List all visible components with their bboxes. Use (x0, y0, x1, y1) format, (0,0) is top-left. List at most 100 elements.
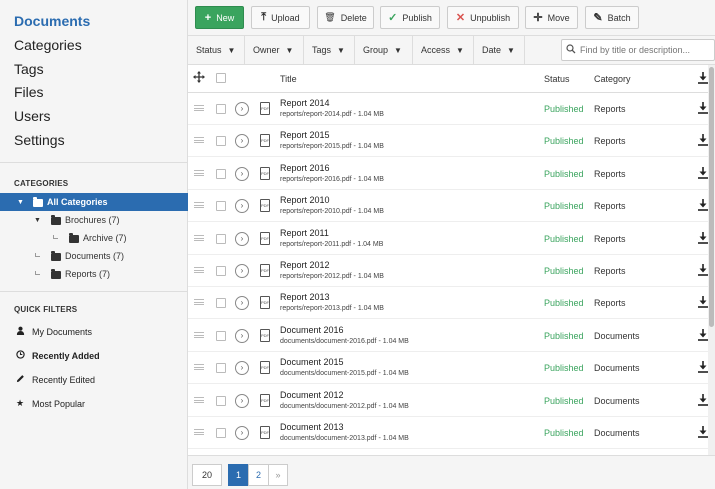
category-reports[interactable]: Reports (7) (0, 265, 188, 283)
row-checkbox[interactable] (216, 363, 226, 374)
delete-button[interactable]: 🗑 Delete (317, 6, 374, 29)
table-row[interactable]: › PDF Report 2010 reports/report-2010.pdf -… (188, 190, 708, 223)
table-row[interactable]: › PDF Report 2012 reports/report-2012.pdf -… (188, 255, 708, 287)
status-column-header[interactable]: Status (544, 74, 570, 84)
quick-filter-recently-added[interactable]: Recently Added (14, 350, 100, 361)
category-column-header[interactable]: Category (594, 74, 631, 84)
chevron-right-icon[interactable]: › (235, 102, 249, 116)
download-icon[interactable] (698, 426, 708, 438)
drag-handle-icon[interactable] (194, 137, 204, 144)
table-row[interactable]: › PDF Report 2011 reports/report-2011.pdf -… (188, 222, 708, 255)
download-icon[interactable] (698, 134, 708, 147)
menu-tags[interactable]: Tags (14, 61, 44, 77)
drag-handle-icon[interactable] (194, 331, 204, 338)
search-input[interactable] (580, 45, 705, 55)
title-column-header[interactable]: Title (280, 74, 297, 84)
quick-filter-most-popular[interactable]: ★ Most Popular (14, 398, 85, 409)
table-row[interactable]: › PDF Report 2015 reports/report-2015.pdf -… (188, 125, 708, 158)
status-badge[interactable]: Published (544, 136, 584, 146)
row-checkbox[interactable] (216, 428, 226, 438)
drag-handle-icon[interactable] (194, 202, 204, 209)
next-page-button[interactable]: » (268, 464, 288, 486)
tags-filter[interactable]: Tags ▼ (304, 36, 355, 64)
download-icon[interactable] (698, 328, 708, 341)
drag-handle-icon[interactable] (194, 396, 204, 403)
menu-settings[interactable]: Settings (14, 132, 65, 148)
page-size-select[interactable]: 20 (192, 464, 222, 486)
drag-handle-icon[interactable] (194, 299, 204, 306)
status-badge[interactable]: Published (544, 298, 584, 308)
status-badge[interactable]: Published (544, 363, 584, 373)
table-row[interactable]: › PDF Report 2016 reports/report-2016.pdf -… (188, 157, 708, 190)
status-badge[interactable]: Published (544, 266, 584, 276)
caret-down-icon[interactable]: ▼ (34, 217, 41, 224)
document-title[interactable]: Report 2013 (280, 292, 330, 302)
batch-button[interactable]: ✎ Batch (585, 6, 639, 29)
menu-users[interactable]: Users (14, 108, 51, 124)
caret-down-icon[interactable]: ▼ (17, 199, 24, 206)
download-icon[interactable] (698, 166, 708, 179)
owner-filter[interactable]: Owner ▼ (245, 36, 304, 64)
chevron-right-icon[interactable]: › (235, 134, 249, 149)
table-row[interactable]: › PDF Report 2014 reports/report-2014.pdf -… (188, 93, 708, 125)
status-badge[interactable]: Published (544, 396, 584, 406)
status-badge[interactable]: Published (544, 428, 584, 438)
document-title[interactable]: Document 2013 (280, 422, 344, 432)
vertical-scrollbar[interactable] (708, 65, 715, 455)
unpublish-button[interactable]: ✕ Unpublish (447, 6, 519, 29)
menu-files[interactable]: Files (14, 84, 44, 100)
table-row[interactable]: › PDF Document 2016 documents/document-2016… (188, 319, 708, 352)
upload-button[interactable]: ⤒ Upload (251, 6, 310, 29)
chevron-right-icon[interactable]: › (235, 328, 249, 343)
access-filter[interactable]: Access ▼ (413, 36, 474, 64)
table-row[interactable]: › PDF Document 2015 documents/document-2015… (188, 352, 708, 385)
chevron-right-icon[interactable]: › (235, 199, 249, 214)
chevron-right-icon[interactable]: › (235, 264, 249, 278)
drag-handle-icon[interactable] (194, 429, 204, 435)
publish-button[interactable]: ✓ Publish (380, 6, 440, 29)
document-title[interactable]: Document 2015 (280, 357, 344, 367)
download-icon[interactable] (698, 231, 708, 244)
row-checkbox[interactable] (216, 395, 226, 406)
chevron-right-icon[interactable]: › (235, 393, 249, 408)
status-filter[interactable]: Status ▼ (188, 36, 245, 64)
category-archive[interactable]: Archive (7) (0, 229, 188, 247)
chevron-right-icon[interactable]: › (235, 426, 249, 440)
download-icon[interactable] (698, 199, 708, 211)
document-title[interactable]: Report 2015 (280, 130, 330, 140)
row-checkbox[interactable] (216, 233, 226, 244)
row-checkbox[interactable] (216, 266, 226, 276)
row-checkbox[interactable] (216, 104, 226, 114)
menu-categories[interactable]: Categories (14, 37, 82, 53)
document-title[interactable]: Report 2012 (280, 260, 330, 270)
group-filter[interactable]: Group ▼ (355, 36, 413, 64)
row-checkbox[interactable] (216, 201, 226, 212)
status-badge[interactable]: Published (544, 104, 584, 114)
download-icon[interactable] (698, 102, 708, 114)
quick-filter-recently-edited[interactable]: Recently Edited (14, 374, 95, 385)
quick-filter-my-documents[interactable]: My Documents (14, 326, 92, 337)
chevron-right-icon[interactable]: › (235, 166, 249, 181)
category-documents[interactable]: Documents (7) (0, 247, 188, 265)
row-checkbox[interactable] (216, 298, 226, 309)
download-icon[interactable] (698, 296, 708, 309)
status-badge[interactable]: Published (544, 169, 584, 179)
document-title[interactable]: Document 2012 (280, 390, 344, 400)
drag-handle-icon[interactable] (194, 234, 204, 241)
download-icon[interactable] (698, 72, 708, 86)
row-checkbox[interactable] (216, 168, 226, 179)
drag-handle-icon[interactable] (194, 267, 204, 273)
move-all-icon[interactable] (193, 71, 205, 85)
chevron-right-icon[interactable]: › (235, 361, 249, 376)
drag-handle-icon[interactable] (194, 105, 204, 111)
menu-documents[interactable]: Documents (14, 13, 90, 29)
drag-handle-icon[interactable] (194, 169, 204, 176)
document-title[interactable]: Report 2011 (280, 228, 329, 238)
date-filter[interactable]: Date ▼ (474, 36, 525, 64)
category-all[interactable]: ▼ All Categories (0, 193, 188, 211)
chevron-right-icon[interactable]: › (235, 231, 249, 246)
download-icon[interactable] (698, 264, 708, 276)
chevron-right-icon[interactable]: › (235, 296, 249, 311)
drag-handle-icon[interactable] (194, 364, 204, 371)
category-brochures[interactable]: ▼ Brochures (7) (0, 211, 188, 229)
